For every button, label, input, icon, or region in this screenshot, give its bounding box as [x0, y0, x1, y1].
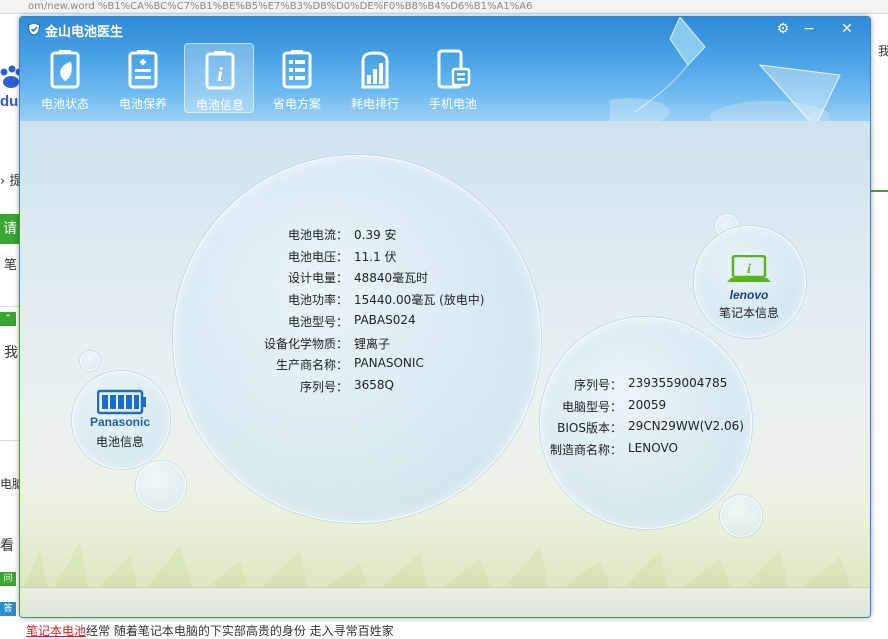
bg-text-fragment: 笔	[4, 258, 18, 273]
bg-answer-badge: 答	[0, 602, 16, 616]
close-button[interactable]: ✕	[836, 19, 858, 39]
battery-info-panel: 电池电流： 0.39 安电池电压： 11.1 伏设计电量： 48840毫瓦时 电池功率：…	[20, 121, 870, 597]
battery-doctor-window: 金山电池医生 ⚙ − ✕ 电池状态 电池保养 i 电池信息 省电方案 耗电排行 …	[19, 16, 871, 618]
tab-label: 电池保养	[118, 97, 167, 111]
info-value: LENOVO	[628, 441, 678, 456]
info-value: 15440.00毫瓦 (放电中)	[354, 293, 485, 308]
tab-label: 电池信息	[195, 98, 244, 112]
info-value: 48840毫瓦时	[354, 271, 429, 286]
battery-plus-icon	[128, 50, 158, 89]
info-label: 电池型号：	[287, 314, 348, 329]
phone-battery-icon	[437, 49, 471, 89]
bg-bottom-link[interactable]: 笔记本电池	[26, 624, 86, 638]
decor-bubble	[136, 461, 186, 511]
info-icon: i	[205, 51, 235, 90]
info-value: 20059	[628, 397, 667, 412]
bg-text-fragment: 我	[4, 345, 18, 361]
svg-text:du: du	[0, 93, 18, 110]
info-value: PANASONIC	[354, 356, 424, 371]
bg-text-fragment: 我	[878, 44, 888, 58]
lenovo-logo: lenovo	[729, 288, 769, 302]
info-label: 电池功率：	[287, 293, 348, 308]
info-label: BIOS版本：	[557, 421, 622, 436]
tab-label: 省电方案	[272, 97, 321, 111]
info-value: 0.39 安	[354, 228, 397, 242]
svg-text:i: i	[217, 64, 223, 86]
info-label: 设计电量：	[287, 271, 348, 286]
title-and-toolbar-area: 金山电池医生 ⚙ − ✕ 电池状态 电池保养 i 电池信息 省电方案 耗电排行 …	[20, 17, 870, 187]
info-label: 电脑型号：	[561, 399, 622, 414]
background-url-bar: om/new.word %B1%CA%BC%C7%B1%BE%B5%E7%B3%…	[0, 0, 888, 14]
info-value: PABAS024	[354, 312, 416, 327]
decor-bubble	[80, 351, 100, 371]
info-label: 设备化学物质：	[263, 336, 348, 351]
tab-phone-battery[interactable]: 手机电池	[418, 43, 488, 113]
info-label: 生产商名称：	[275, 358, 348, 373]
tab-power-ranking[interactable]: 耗电排行	[340, 43, 410, 113]
decor-bubble	[720, 495, 762, 537]
bg-collapse-icon: ⌃	[0, 312, 16, 326]
info-value: 3658Q	[354, 377, 394, 392]
svg-text:i: i	[747, 262, 751, 277]
list-icon	[282, 50, 312, 89]
gear-icon: ⚙	[776, 21, 790, 37]
tab-label: 耗电排行	[350, 97, 399, 111]
bg-green-tab: 请	[0, 214, 20, 244]
info-label: 电池电压：	[287, 249, 348, 264]
tab-label: 手机电池	[428, 97, 477, 111]
tab-battery-status[interactable]: 电池状态	[30, 43, 100, 113]
minimize-icon: −	[803, 21, 815, 37]
settings-button[interactable]: ⚙	[772, 19, 794, 39]
info-value: 2393559004785	[628, 376, 728, 390]
tab-power-plan[interactable]: 省电方案	[262, 43, 332, 113]
info-value: 锂离子	[354, 336, 391, 351]
tab-battery-care[interactable]: 电池保养	[108, 43, 178, 113]
bg-bottom-text: 笔记本电池经常 随着笔记本电脑的下实部高贵的身份 走入寻常百姓家	[26, 624, 394, 638]
bar-chart-icon	[361, 51, 389, 89]
window-title: 金山电池医生	[45, 25, 124, 40]
bg-green-line	[868, 190, 888, 192]
info-value: 29CN29WW(V2.06)	[628, 419, 744, 434]
battery-leaf-icon	[50, 50, 80, 89]
tab-label: 电池状态	[40, 97, 89, 111]
shield-app-icon	[27, 22, 41, 36]
tab-battery-info[interactable]: i 电池信息	[184, 43, 254, 113]
info-label: 序列号：	[299, 379, 348, 394]
panasonic-logo: Panasonic	[89, 415, 151, 429]
info-label: 制造商名称：	[549, 443, 622, 458]
laptop-icon: i	[727, 255, 771, 282]
bg-question-badge: 问	[0, 572, 16, 586]
status-bar	[20, 587, 870, 617]
battery-node-label: 电池信息	[95, 435, 144, 449]
minimize-button[interactable]: −	[798, 19, 820, 39]
info-value: 11.1 伏	[354, 249, 397, 264]
bg-text-fragment: 看	[0, 538, 14, 554]
close-icon: ✕	[841, 21, 853, 37]
battery-icon	[97, 389, 146, 415]
info-label: 序列号：	[573, 378, 622, 392]
info-label: 电池电流：	[287, 228, 348, 242]
laptop-node-label: 笔记本信息	[718, 306, 779, 320]
